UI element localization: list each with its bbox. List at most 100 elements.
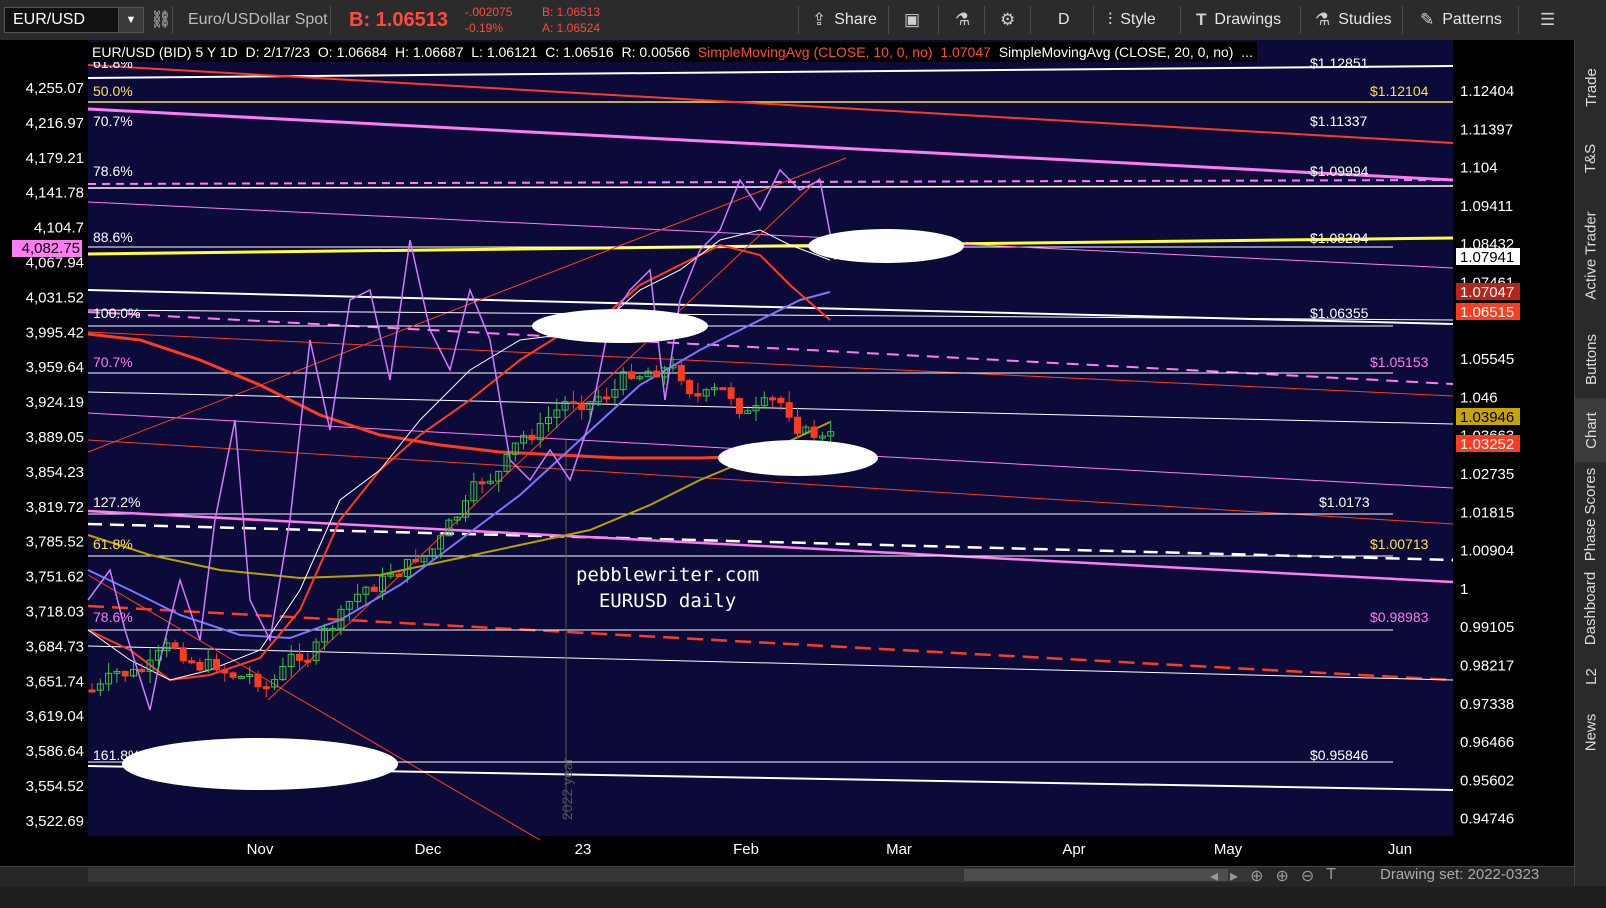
rail-tab-label: Chart xyxy=(1582,411,1600,449)
drawing-line xyxy=(87,522,1454,562)
right-axis-label: 1 xyxy=(1460,581,1468,598)
candle-body xyxy=(528,434,536,441)
candle-body xyxy=(121,670,129,677)
zoom-in-icon[interactable]: ⊕ xyxy=(1275,866,1288,886)
right-rail: Trade T&S Active Trader Buttons Chart Phase S… xyxy=(1574,40,1606,886)
gear-button[interactable]: ⚙ xyxy=(1000,0,1015,40)
watermark-title: EURUSD daily xyxy=(598,590,737,612)
candle-body xyxy=(719,387,727,391)
x-axis-label: Dec xyxy=(415,841,442,858)
symbol-text: EUR/USD xyxy=(13,11,86,28)
candle-body xyxy=(677,364,685,382)
candle-body xyxy=(652,370,660,378)
left-axis-label: 3,995.42 xyxy=(26,324,84,341)
time-scrollbar[interactable] xyxy=(88,868,1258,882)
rail-tab-label: Buttons xyxy=(1582,333,1600,385)
left-axis-label: 3,718.03 xyxy=(26,604,84,621)
fib-label-right: $1.06355 xyxy=(1310,305,1369,321)
candle-body xyxy=(478,481,486,485)
patterns-button[interactable]: ✎ Patterns xyxy=(1420,0,1502,40)
link-icon[interactable]: ⛓ xyxy=(150,0,172,40)
candle-body xyxy=(196,661,204,671)
candle-body xyxy=(686,380,694,395)
sma10-label[interactable]: SimpleMovingAvg (CLOSE, 10, 0, no) xyxy=(698,44,933,60)
style-button[interactable]: ⫶ Style xyxy=(1108,0,1156,40)
sma20-label[interactable]: SimpleMovingAvg (CLOSE, 20, 0, no) xyxy=(999,44,1234,60)
candle-body xyxy=(179,647,187,662)
x-axis-label: Mar xyxy=(886,841,912,858)
crosshair-icon[interactable]: ⊕ xyxy=(1250,866,1263,886)
watermark-site: pebblewriter.com xyxy=(575,564,760,586)
change-value: -.002075 xyxy=(465,5,513,19)
rail-tab-trade[interactable]: Trade xyxy=(1575,48,1606,126)
highlight-oval xyxy=(532,309,708,343)
more-studies[interactable]: ... xyxy=(1241,44,1253,60)
timeframe-button[interactable]: D xyxy=(1058,0,1070,40)
share-button[interactable]: ⇪ Share xyxy=(812,0,877,40)
text-tool-icon[interactable]: T xyxy=(1326,866,1336,886)
study-header: EUR/USD (BID) 5 Y 1D D: 2/17/23 O: 1.066… xyxy=(88,42,1257,62)
candle-body xyxy=(412,558,420,563)
chart-area[interactable]: 2022 year 4,255.07 4,216.97 4,179.21 4,141.… xyxy=(0,40,1574,866)
scrollbar-thumb[interactable] xyxy=(964,869,1228,881)
x-axis-label: Jun xyxy=(1388,841,1412,858)
candle-body xyxy=(395,573,403,578)
fib-label-right: $1.00713 xyxy=(1370,536,1429,552)
menu-icon: ☰ xyxy=(1540,10,1556,29)
studies-label: Studies xyxy=(1338,11,1392,28)
left-axis-label: 4,104.7 xyxy=(34,220,84,237)
price-chart[interactable]: 2022 year 4,255.07 4,216.97 4,179.21 4,141.… xyxy=(0,40,1574,866)
bid-ask: B: 1.06513 A: 1.06524 xyxy=(542,4,600,36)
rail-tab-news[interactable]: News xyxy=(1575,702,1606,762)
menu-button[interactable]: ☰ xyxy=(1540,0,1555,40)
chart-settings-button[interactable]: ▣ xyxy=(904,0,920,40)
fib-label-right: $1.12104 xyxy=(1370,83,1429,99)
right-axis-label: 1.01815 xyxy=(1460,504,1514,521)
flask-button[interactable]: ⚗ xyxy=(955,0,970,40)
share-icon: ⇪ xyxy=(812,10,827,29)
x-axis-label: Apr xyxy=(1062,841,1085,858)
rail-tab-l2[interactable]: L2 xyxy=(1575,650,1606,702)
right-axis-label: 1.00904 xyxy=(1460,543,1514,560)
footer-tools: ◂ ▸ ⊕ ⊕ ⊖ T xyxy=(1210,866,1336,886)
studies-button[interactable]: ⚗ Studies xyxy=(1315,0,1392,40)
fib-label-left: 161.8% xyxy=(93,747,140,763)
candle-body xyxy=(769,397,777,401)
candle-body xyxy=(221,669,229,674)
drawing-line xyxy=(87,179,1454,185)
timeframe-label: D xyxy=(1058,11,1070,28)
drawings-button[interactable]: T Drawings xyxy=(1196,0,1281,40)
scroll-right-icon[interactable]: ▸ xyxy=(1230,866,1238,886)
drawing-set-label: Drawing set: 2022-0323 xyxy=(1380,866,1540,883)
zoom-out-icon[interactable]: ⊖ xyxy=(1301,866,1314,886)
watermark: pebblewriter.com EURUSD daily xyxy=(500,562,835,614)
drawing-line xyxy=(267,177,821,701)
left-axis-highlight: 4,082.75 xyxy=(22,240,80,257)
fib-label-left: 88.6% xyxy=(93,229,133,245)
price-change: -.002075 -0.19% xyxy=(465,4,512,36)
right-axis-label: 1.12404 xyxy=(1460,83,1514,100)
symbol-selector[interactable]: EUR/USD ▼ xyxy=(4,7,144,33)
fib-label-left: 100.0% xyxy=(93,305,140,321)
chevron-down-icon[interactable]: ▼ xyxy=(118,8,143,32)
drawing-line xyxy=(87,107,1454,182)
ask-small: A: 1.06524 xyxy=(542,21,601,35)
scroll-left-icon[interactable]: ◂ xyxy=(1210,866,1218,886)
rail-tab-t-s[interactable]: T&S xyxy=(1575,126,1606,190)
rail-tab-buttons[interactable]: Buttons xyxy=(1575,320,1606,398)
candle-body xyxy=(735,398,743,414)
rail-tab-phase-scores[interactable]: Phase Scores xyxy=(1575,462,1606,566)
gear-icon: ⚙ xyxy=(1000,10,1016,29)
rail-tab-chart[interactable]: Chart xyxy=(1575,398,1606,462)
left-axis-label: 4,141.78 xyxy=(26,185,84,202)
candle-body xyxy=(254,674,262,688)
right-axis-label: 0.98217 xyxy=(1460,658,1514,675)
rail-tab-label: Phase Scores xyxy=(1582,467,1600,561)
right-axis-label: 0.95602 xyxy=(1460,772,1514,789)
rail-tab-dashboard[interactable]: Dashboard xyxy=(1575,566,1606,650)
drawings-icon: T xyxy=(1196,10,1207,29)
left-axis-label: 3,684.73 xyxy=(26,638,84,655)
rail-tab-active-trader[interactable]: Active Trader xyxy=(1575,190,1606,320)
x-axis-label: Nov xyxy=(247,841,274,858)
drawing-line xyxy=(87,64,1454,144)
